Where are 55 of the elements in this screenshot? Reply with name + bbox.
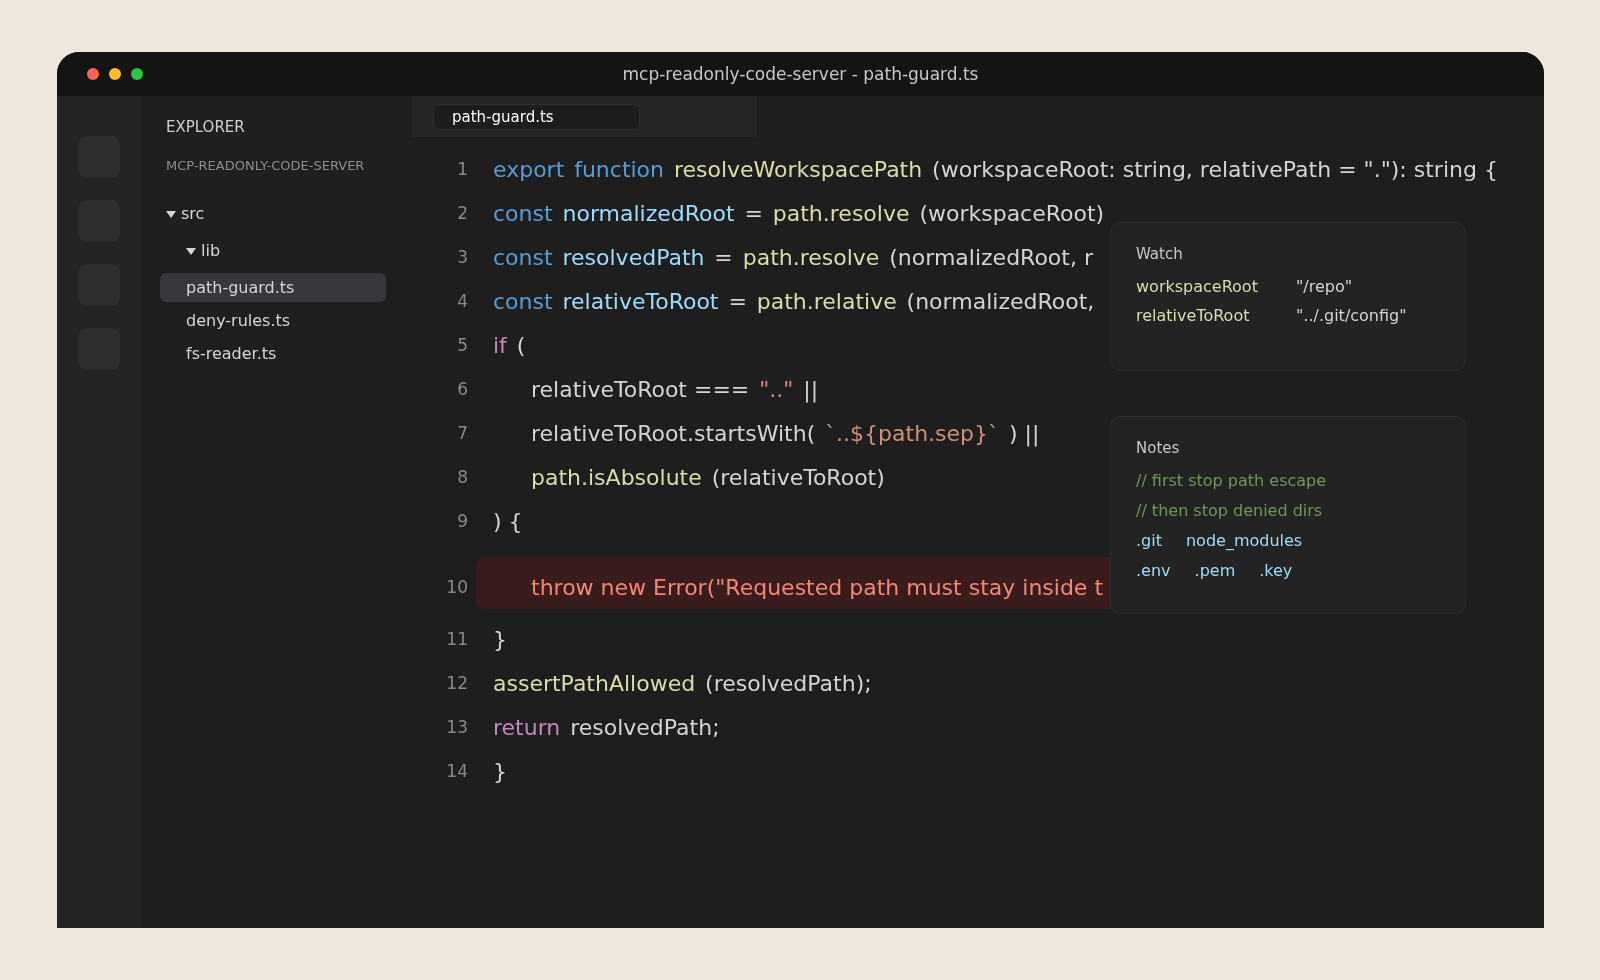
editor-tab[interactable]: path-guard.ts — [433, 103, 640, 130]
line-number: 4 — [456, 291, 468, 311]
folder-item[interactable]: lib — [160, 236, 386, 265]
line-number: 7 — [456, 423, 468, 443]
close-button[interactable] — [87, 68, 99, 80]
minimize-button[interactable] — [109, 68, 121, 80]
panel-title: Notes — [1136, 439, 1181, 457]
line-number: 13 — [445, 717, 468, 737]
code-line: throw new Error("Requested path must stay inside t — [530, 574, 1104, 600]
code-line: path.isAbsolute (relativeToRoot) — [530, 464, 885, 490]
code-line: } — [493, 758, 507, 784]
code-line: export function resolveWorkspacePath (workspaceRoot: string, relativePath = "."): string { — [493, 156, 1498, 182]
denied-entry: .env — [1136, 561, 1171, 580]
line-number: 14 — [445, 761, 468, 781]
file-item[interactable]: path-guard.ts — [160, 273, 386, 302]
explorer-heading: EXPLORER — [166, 118, 246, 136]
line-number: 10 — [445, 577, 468, 597]
line-number: 9 — [456, 511, 468, 531]
denied-entry: .key — [1259, 561, 1293, 580]
caret-down-icon — [186, 245, 196, 256]
line-number: 11 — [445, 629, 468, 649]
line-number: 8 — [456, 467, 468, 487]
note-comment: // then stop denied dirs — [1136, 501, 1324, 520]
note-comment: // first stop path escape — [1136, 471, 1328, 490]
caret-down-icon — [166, 208, 176, 219]
line-number: 5 — [456, 335, 468, 355]
code-line: if ( — [493, 332, 526, 358]
file-item[interactable]: fs-reader.ts — [160, 339, 386, 368]
code-line: const normalizedRoot = path.resolve (workspaceRoot) — [493, 200, 1105, 226]
watch-value: "../.git/config" — [1296, 306, 1407, 325]
watch-value: "/repo" — [1296, 277, 1353, 296]
watch-name: workspaceRoot — [1136, 277, 1259, 296]
code-line: relativeToRoot === ".." || — [530, 376, 819, 402]
code-line: ) { — [493, 508, 523, 534]
code-line: return resolvedPath; — [493, 714, 720, 740]
code-line: assertPathAllowed (resolvedPath); — [493, 670, 872, 696]
line-number: 3 — [456, 247, 468, 267]
denied-entry: .pem — [1194, 561, 1236, 580]
line-number: 2 — [456, 203, 468, 223]
code-line: relativeToRoot.startsWith( `..${path.sep}` ) || — [530, 420, 1040, 446]
line-number: 1 — [456, 159, 468, 179]
line-number: 12 — [445, 673, 468, 693]
denied-entry: node_modules — [1185, 531, 1303, 550]
panel-title: Watch — [1136, 245, 1184, 263]
code-line: const resolvedPath = path.resolve (normalizedRoot, r — [493, 244, 1093, 270]
folder-item[interactable]: src — [160, 199, 386, 228]
line-number: 6 — [456, 379, 468, 399]
code-line: } — [493, 626, 507, 652]
zoom-button[interactable] — [131, 68, 143, 80]
window-title: mcp-readonly-code-server - path-guard.ts — [622, 64, 979, 84]
code-line: const relativeToRoot = path.relative (normalizedRoot, — [493, 288, 1095, 314]
file-item[interactable]: deny-rules.ts — [160, 306, 386, 335]
watch-name: relativeToRoot — [1136, 306, 1251, 325]
denied-entry: .git — [1136, 531, 1162, 550]
project-name: MCP-READONLY-CODE-SERVER — [166, 158, 366, 173]
